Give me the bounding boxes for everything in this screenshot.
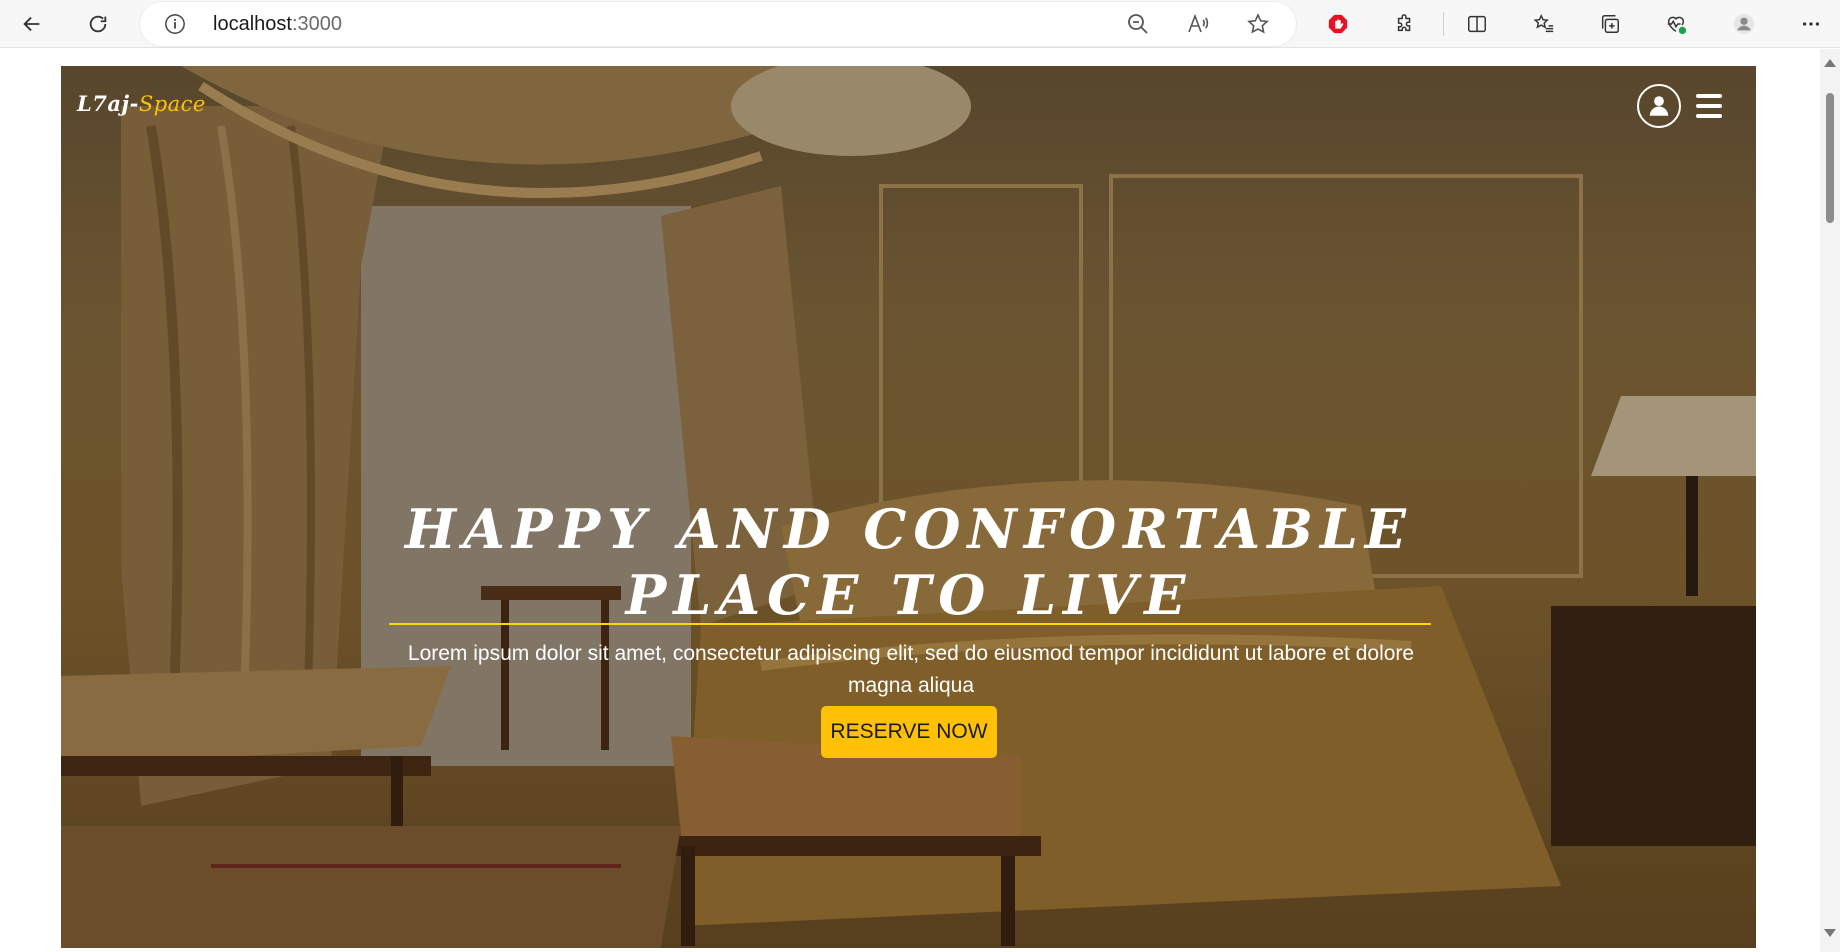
- zoom-out-icon[interactable]: [1126, 12, 1150, 36]
- reserve-now-button[interactable]: RESERVE NOW: [821, 706, 997, 758]
- user-icon[interactable]: [1637, 84, 1681, 128]
- toolbar-separator: [1443, 12, 1444, 36]
- scroll-up-icon[interactable]: [1824, 59, 1836, 67]
- refresh-icon[interactable]: [82, 8, 114, 40]
- read-aloud-icon[interactable]: [1186, 12, 1210, 36]
- extensions-icon[interactable]: [1389, 8, 1421, 40]
- favorite-star-icon[interactable]: [1246, 12, 1270, 36]
- address-bar[interactable]: localhost:3000: [140, 2, 1296, 46]
- hero-headline: HAPPY AND CONFORTABLE PLACE TO LIVE: [405, 497, 1413, 627]
- split-screen-icon[interactable]: [1461, 8, 1493, 40]
- more-options-icon[interactable]: [1795, 8, 1827, 40]
- collections-icon[interactable]: [1594, 8, 1626, 40]
- hero-section: L7aj-Space HAPPY AND CONFORTABLE PLACE T…: [61, 66, 1756, 948]
- page-scrollbar[interactable]: [1820, 49, 1840, 952]
- page-viewport: L7aj-Space HAPPY AND CONFORTABLE PLACE T…: [0, 49, 1840, 952]
- adblock-icon[interactable]: [1322, 8, 1354, 40]
- hero-description: Lorem ipsum dolor sit amet, consectetur …: [407, 642, 1415, 697]
- browser-essentials-icon[interactable]: [1660, 8, 1692, 40]
- headline-underline: [389, 623, 1431, 625]
- hamburger-menu-icon[interactable]: [1696, 94, 1722, 118]
- favorites-icon[interactable]: [1528, 8, 1560, 40]
- site-info-icon[interactable]: [164, 13, 186, 35]
- scrollbar-thumb[interactable]: [1826, 93, 1834, 223]
- scroll-down-icon[interactable]: [1824, 929, 1836, 937]
- url-text[interactable]: localhost:3000: [213, 13, 342, 35]
- profile-icon[interactable]: [1728, 8, 1760, 40]
- site-logo[interactable]: L7aj-Space: [77, 91, 206, 116]
- back-icon[interactable]: [16, 8, 48, 40]
- browser-toolbar: localhost:3000: [0, 0, 1840, 48]
